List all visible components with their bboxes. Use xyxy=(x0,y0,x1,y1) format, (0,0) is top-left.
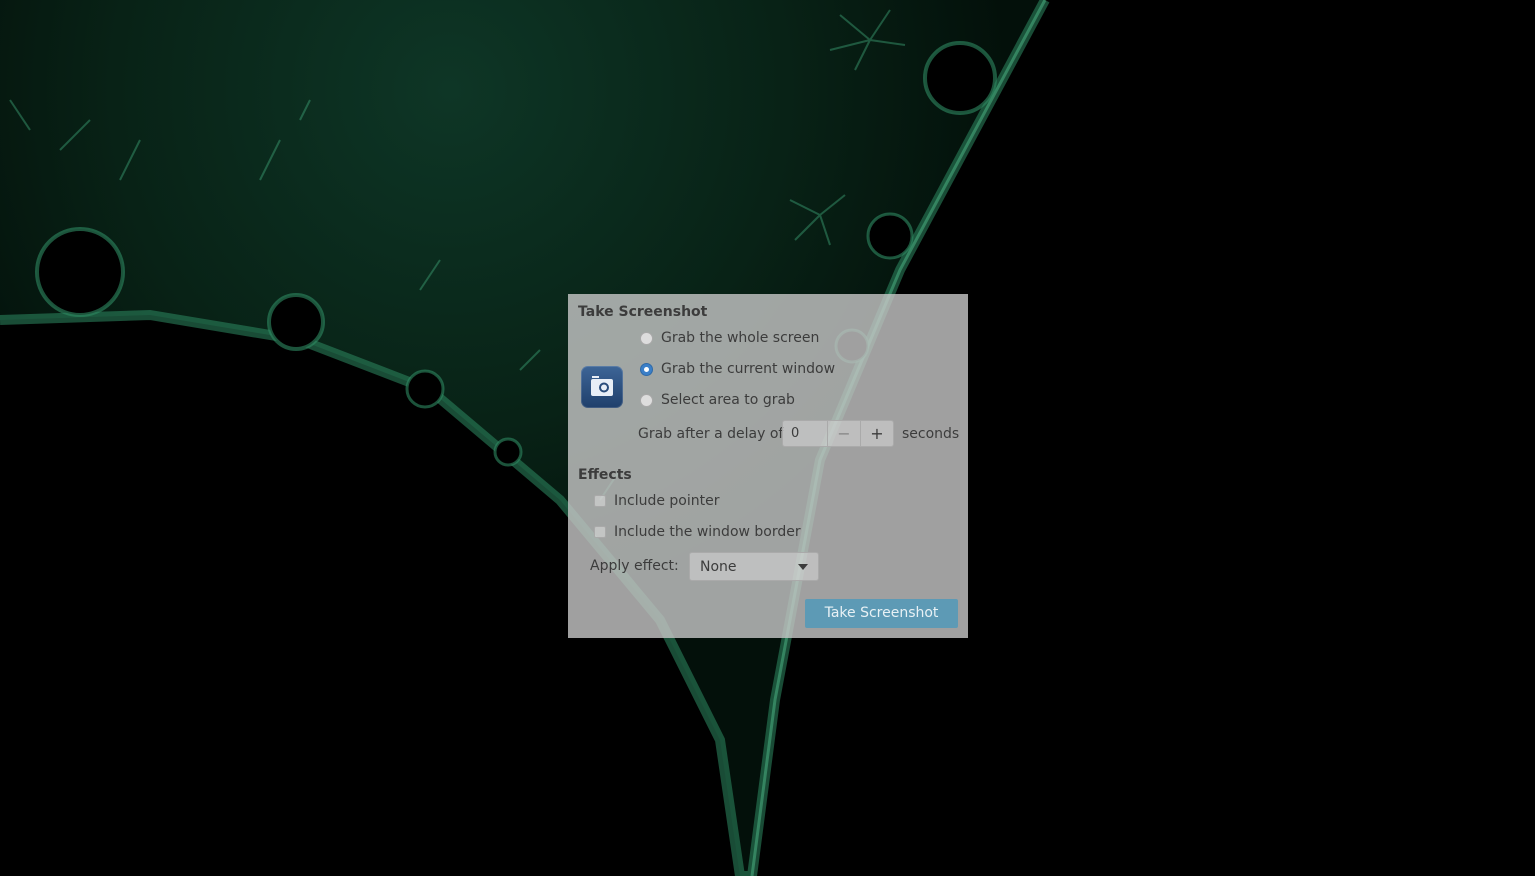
desktop: Take Screenshot Grab the whole screen Gr… xyxy=(0,0,1535,876)
delay-value-input[interactable]: 0 xyxy=(783,421,828,446)
increment-button[interactable]: + xyxy=(861,421,893,446)
apply-effect-dropdown[interactable]: None xyxy=(689,552,819,581)
dialog-title: Take Screenshot xyxy=(578,304,708,320)
radio-label: Select area to grab xyxy=(661,392,795,408)
decrement-button[interactable]: − xyxy=(828,421,861,446)
apply-effect-label: Apply effect: xyxy=(590,558,679,574)
radio-select-area[interactable]: Select area to grab xyxy=(640,390,795,410)
effects-heading: Effects xyxy=(578,467,632,483)
chevron-down-icon xyxy=(798,564,808,570)
radio-grab-current-window[interactable]: Grab the current window xyxy=(640,359,835,379)
apply-effect-value: None xyxy=(700,558,737,575)
radio-label: Grab the current window xyxy=(661,361,836,377)
seconds-label: seconds xyxy=(902,426,960,442)
include-border-label: Include the window border xyxy=(614,524,801,540)
radio-button-selected[interactable] xyxy=(640,362,653,376)
radio-button[interactable] xyxy=(640,331,653,345)
take-screenshot-dialog: Take Screenshot Grab the whole screen Gr… xyxy=(568,294,968,638)
delay-spinbutton[interactable]: 0 − + xyxy=(782,420,894,447)
take-screenshot-button[interactable]: Take Screenshot xyxy=(805,599,958,628)
delay-label: Grab after a delay of xyxy=(638,426,784,442)
include-border-checkbox-row[interactable]: Include the window border xyxy=(594,522,801,542)
include-pointer-checkbox[interactable] xyxy=(594,495,606,507)
radio-button[interactable] xyxy=(640,393,653,407)
include-border-checkbox[interactable] xyxy=(594,526,606,538)
radio-grab-whole-screen[interactable]: Grab the whole screen xyxy=(640,328,819,348)
include-pointer-label: Include pointer xyxy=(614,493,720,509)
camera-icon xyxy=(581,366,623,408)
radio-label: Grab the whole screen xyxy=(661,330,820,346)
include-pointer-checkbox-row[interactable]: Include pointer xyxy=(594,491,720,511)
